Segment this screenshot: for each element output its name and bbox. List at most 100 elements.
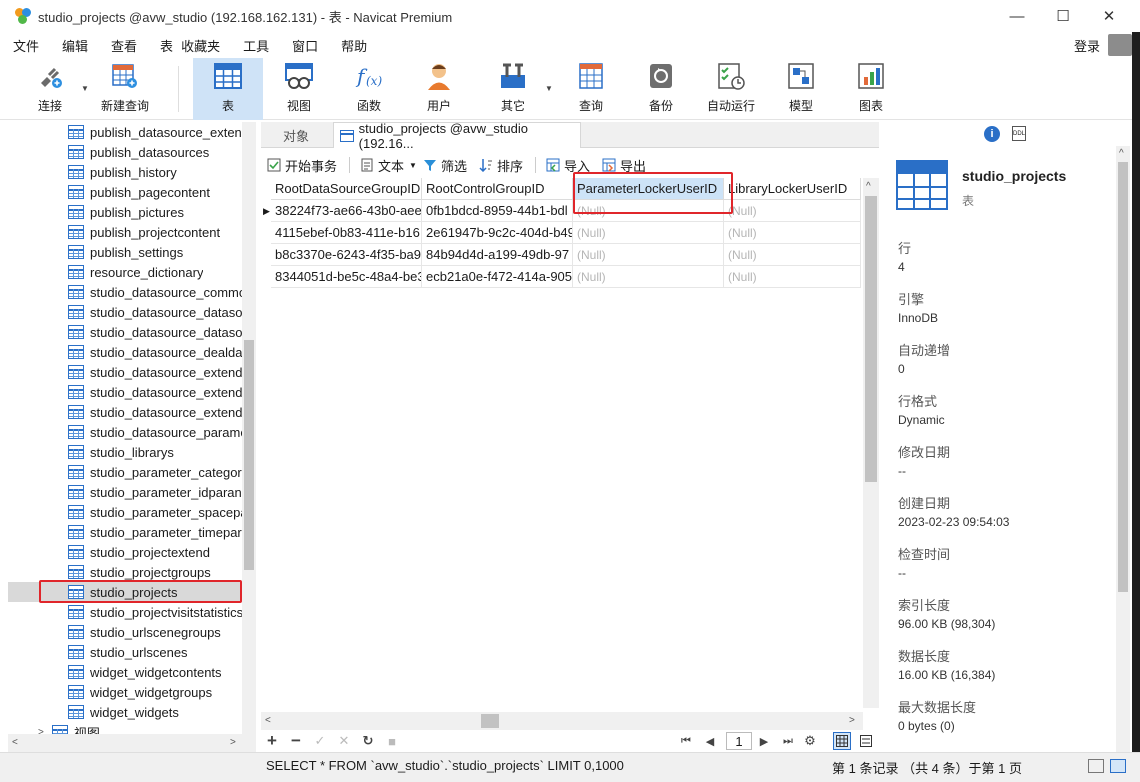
menu-view[interactable]: 查看 [98, 36, 147, 55]
tree-item-publish-settings[interactable]: publish_settings [8, 242, 244, 262]
other-dropdown-icon[interactable]: ▼ [545, 84, 553, 93]
tree-item-studio-parameter-idparan[interactable]: studio_parameter_idparan [8, 482, 244, 502]
grid-h-scrollbar[interactable]: < > [261, 712, 863, 730]
connect-button[interactable]: 连接 [22, 58, 78, 120]
tree-item-publish-datasources[interactable]: publish_datasources [8, 142, 244, 162]
tree-item-studio-datasource-dealda[interactable]: studio_datasource_dealda [8, 342, 244, 362]
layout-split-icon[interactable] [1088, 759, 1104, 773]
tree-item-studio-projectgroups[interactable]: studio_projectgroups [8, 562, 244, 582]
filter-button[interactable]: 筛选 [423, 156, 467, 175]
first-page-button[interactable]: ⏮ [677, 732, 695, 750]
prev-page-button[interactable]: ◀ [701, 732, 719, 750]
maximize-button[interactable]: ☐ [1040, 0, 1086, 32]
menu-help[interactable]: 帮助 [328, 36, 377, 55]
table-cell[interactable]: 4115ebef-0b83-411e-b16 [271, 222, 422, 244]
user-button[interactable]: 用户 [410, 58, 468, 120]
page-number-input[interactable]: 1 [726, 732, 752, 750]
tree-item-publish-projectcontent[interactable]: publish_projectcontent [8, 222, 244, 242]
column-header[interactable]: LibraryLockerUserID [724, 178, 861, 200]
tree-item-widget-widgets[interactable]: widget_widgets [8, 702, 244, 722]
menu-table[interactable]: 表 [147, 36, 177, 55]
apply-button[interactable]: ✓ [311, 732, 329, 750]
layout-panel-icon[interactable] [1110, 759, 1126, 773]
tree-item-studio-projectvisitstatistics[interactable]: studio_projectvisitstatistics [8, 602, 244, 622]
tree-item-studio-urlscenes[interactable]: studio_urlscenes [8, 642, 244, 662]
tree-item-studio-datasource-parame[interactable]: studio_datasource_parame [8, 422, 244, 442]
minimize-button[interactable]: — [994, 0, 1040, 32]
menu-file[interactable]: 文件 [0, 36, 49, 55]
tree-item-studio-projectextend[interactable]: studio_projectextend [8, 542, 244, 562]
grid-h-scroll-thumb[interactable] [481, 714, 499, 728]
tree-item-publish-datasource-extend[interactable]: publish_datasource_extend [8, 122, 244, 142]
table-cell[interactable]: b8c3370e-6243-4f35-ba9 [271, 244, 422, 266]
table-cell[interactable]: (Null) [573, 222, 724, 244]
tab-objects[interactable]: 对象 [261, 122, 331, 148]
table-cell[interactable]: ecb21a0e-f472-414a-9058 [422, 266, 573, 288]
connect-dropdown-icon[interactable]: ▼ [81, 84, 89, 93]
tree-item-studio-datasource-extend[interactable]: studio_datasource_extend [8, 402, 244, 422]
avatar[interactable] [1108, 34, 1132, 56]
table-cell[interactable]: (Null) [573, 266, 724, 288]
delete-record-button[interactable]: − [287, 731, 305, 750]
tree-item-studio-datasource-dataso[interactable]: studio_datasource_dataso [8, 302, 244, 322]
sort-button[interactable]: 排序 [479, 156, 523, 175]
tree-h-scrollbar[interactable]: < > [8, 734, 256, 752]
table-cell[interactable]: (Null) [724, 200, 861, 222]
tree-item-studio-urlscenegroups[interactable]: studio_urlscenegroups [8, 622, 244, 642]
ddl-icon[interactable]: DDL [1012, 126, 1026, 141]
view-button[interactable]: 视图 [270, 58, 328, 120]
add-record-button[interactable]: + [263, 731, 281, 750]
table-cell[interactable]: 8344051d-be5c-48a4-be3 [271, 266, 422, 288]
table-button[interactable]: 表 [193, 58, 263, 120]
table-cell[interactable]: 0fb1bdcd-8959-44b1-bdl [422, 200, 573, 222]
next-page-button[interactable]: ▶ [755, 732, 773, 750]
scroll-right-icon[interactable]: > [230, 737, 236, 748]
tree-item-studio-datasource-extend[interactable]: studio_datasource_extend [8, 362, 244, 382]
stop-button[interactable]: ■ [383, 732, 401, 750]
tree-item-publish-pagecontent[interactable]: publish_pagecontent [8, 182, 244, 202]
backup-button[interactable]: 备份 [632, 58, 690, 120]
close-button[interactable]: ✕ [1086, 0, 1132, 32]
tree-item-studio-parameter-spacepa[interactable]: studio_parameter_spacepa [8, 502, 244, 522]
scroll-left-icon[interactable]: < [265, 715, 271, 726]
grid-v-scroll-thumb[interactable] [865, 196, 877, 482]
menu-edit[interactable]: 编辑 [49, 36, 98, 55]
table-cell[interactable]: 2e61947b-9c2c-404d-b49 [422, 222, 573, 244]
tree-item-studio-parameter-categor[interactable]: studio_parameter_categor [8, 462, 244, 482]
column-header[interactable]: RootDataSourceGroupID [271, 178, 422, 200]
table-cell[interactable]: (Null) [724, 244, 861, 266]
tree-scroll-thumb[interactable] [244, 340, 254, 570]
query-button[interactable]: 查询 [562, 58, 620, 120]
grid-view-button[interactable] [833, 732, 851, 750]
tree-item-publish-pictures[interactable]: publish_pictures [8, 202, 244, 222]
column-header[interactable]: RootControlGroupID [422, 178, 573, 200]
info-scroll-thumb[interactable] [1118, 162, 1128, 592]
scroll-up-icon[interactable]: ^ [866, 181, 871, 192]
login-link[interactable]: 登录 [1074, 36, 1100, 55]
automation-button[interactable]: 自动运行 [700, 58, 762, 120]
table-cell[interactable]: (Null) [724, 222, 861, 244]
tab-studio-projects[interactable]: studio_projects @avw_studio (192.16... [333, 121, 581, 151]
info-icon[interactable]: i [984, 126, 1000, 142]
tree-item-widget-widgetcontents[interactable]: widget_widgetcontents [8, 662, 244, 682]
tree-item-studio-datasource-dataso[interactable]: studio_datasource_dataso [8, 322, 244, 342]
table-cell[interactable]: 84b94d4d-a199-49db-97 [422, 244, 573, 266]
discard-button[interactable]: ✕ [335, 732, 353, 750]
begin-transaction-button[interactable]: 开始事务 [267, 156, 337, 175]
table-cell[interactable]: (Null) [573, 244, 724, 266]
tree-item-widget-widgetgroups[interactable]: widget_widgetgroups [8, 682, 244, 702]
menu-favorites[interactable]: 收藏夹 [177, 36, 230, 55]
scroll-right-icon[interactable]: > [849, 715, 855, 726]
model-button[interactable]: 模型 [772, 58, 830, 120]
tree-item-publish-history[interactable]: publish_history [8, 162, 244, 182]
new-query-button[interactable]: 新建查询 [94, 58, 156, 120]
tree-item-studio-datasource-commo[interactable]: studio_datasource_commo [8, 282, 244, 302]
menu-tools[interactable]: 工具 [230, 36, 279, 55]
form-view-button[interactable] [857, 732, 875, 750]
last-page-button[interactable]: ⏭ [779, 732, 797, 750]
table-cell[interactable]: (Null) [724, 266, 861, 288]
tree-item-resource-dictionary[interactable]: resource_dictionary [8, 262, 244, 282]
text-button[interactable]: 文本 ▼ [360, 156, 417, 175]
chart-button[interactable]: 图表 [842, 58, 900, 120]
menu-window[interactable]: 窗口 [279, 36, 328, 55]
